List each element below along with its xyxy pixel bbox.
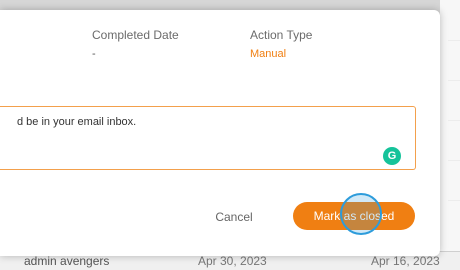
background-divider — [448, 80, 460, 81]
notes-text: d be in your email inbox. — [17, 116, 137, 128]
background-divider — [448, 120, 460, 121]
action-type-label: Action Type — [250, 28, 313, 42]
background-right-edge — [440, 0, 460, 270]
cancel-button[interactable]: Cancel — [198, 205, 270, 229]
mark-as-closed-button[interactable]: Mark as closed — [293, 202, 415, 230]
notes-textarea[interactable]: d be in your email inbox. G — [0, 106, 416, 170]
completed-date-value: - — [92, 48, 96, 60]
action-type-value: Manual — [250, 48, 287, 60]
row-date: Apr 16, 2023 — [371, 254, 440, 268]
row-date: Apr 30, 2023 — [198, 254, 267, 268]
close-task-modal: Completed Date - Action Type Manual d be… — [0, 10, 440, 256]
background-divider — [448, 160, 460, 161]
grammarly-icon[interactable]: G — [383, 147, 401, 165]
row-name: admin avengers — [24, 254, 110, 268]
completed-date-label: Completed Date — [92, 28, 179, 42]
background-divider — [448, 40, 460, 41]
background-divider — [448, 200, 460, 201]
